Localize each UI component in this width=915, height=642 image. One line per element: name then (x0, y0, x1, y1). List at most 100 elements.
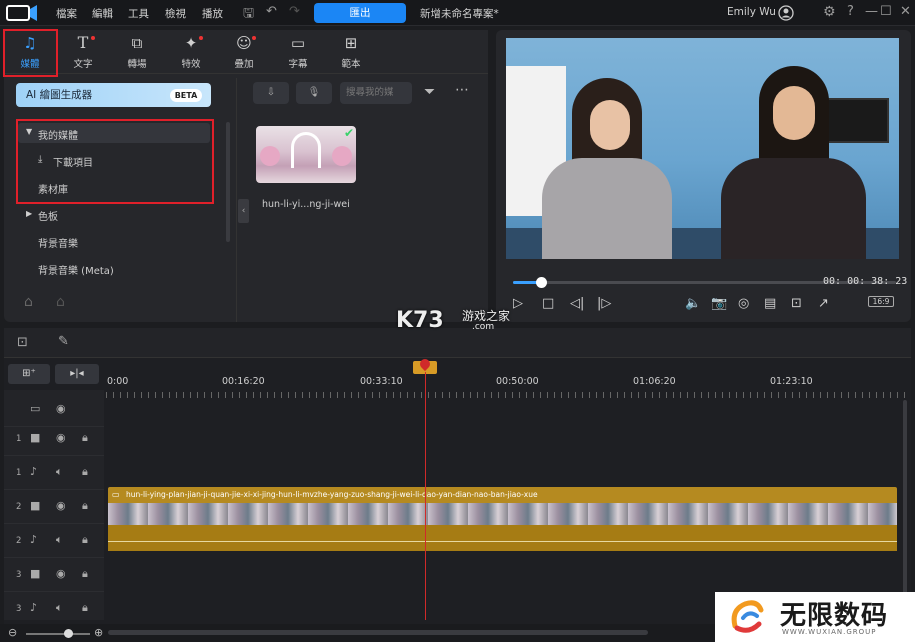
user-name[interactable]: Emily Wu (727, 6, 776, 18)
help-icon[interactable]: ? (847, 4, 854, 19)
save-icon[interactable]: 🖫 (243, 4, 254, 26)
settings-gear-icon[interactable]: ⚙ (823, 4, 836, 20)
speaker-icon[interactable]: 🔈︎ (56, 533, 63, 547)
seek-handle[interactable] (536, 277, 547, 288)
play-icon[interactable]: ▷ (513, 296, 523, 311)
track-header-audio-3: 3 ♪ 🔈︎ 🔒︎ (4, 594, 104, 626)
undock-preview-icon[interactable]: ↗ (818, 296, 829, 311)
tab-effects[interactable]: ✦ 特效 (171, 34, 211, 72)
project-name: 新增未命名專案* (420, 8, 499, 20)
edit-pen-icon[interactable]: ✎ (58, 334, 69, 349)
media-search-input[interactable]: 搜尋我的媒 (340, 82, 412, 104)
notification-dot (199, 36, 203, 40)
track-number: 2 (16, 502, 22, 512)
music-note-icon: ♪ (30, 533, 38, 546)
subtitle-preview-icon[interactable]: ▤ (764, 296, 776, 311)
tab-effects-label: 特效 (181, 59, 201, 70)
record-voice-button[interactable]: 🎙 (296, 82, 332, 104)
video-preview[interactable] (506, 38, 899, 259)
menu-file[interactable]: 檔案 (56, 6, 77, 21)
undo-icon[interactable]: ↶ (266, 4, 277, 19)
import-media-button[interactable]: ⇩ (253, 82, 289, 104)
notification-dot (252, 36, 256, 40)
transition-icon: ⧉ (131, 34, 143, 52)
audio-volume-line[interactable] (108, 541, 897, 542)
menu-edit[interactable]: 編輯 (92, 6, 113, 21)
close-icon[interactable]: ✕ (900, 4, 911, 19)
ruler-label: 00:33:10 (360, 376, 403, 387)
next-frame-icon[interactable]: |▷ (597, 296, 611, 311)
remove-tag-icon[interactable]: ⌂ (56, 294, 65, 310)
lock-icon[interactable]: 🔒︎ (82, 465, 88, 479)
visibility-eye-icon[interactable]: ◉ (56, 567, 66, 580)
lock-icon[interactable]: 🔒︎ (82, 533, 88, 547)
zoom-slider-handle[interactable] (64, 629, 73, 638)
tab-text[interactable]: T 文字 (63, 34, 103, 72)
menu-view[interactable]: 檢視 (165, 6, 186, 21)
more-options-icon[interactable]: ⋯ (455, 82, 469, 98)
tree-background-music-meta[interactable]: 背景音樂 (Meta) (38, 262, 114, 277)
lock-icon[interactable]: 🔒︎ (82, 601, 88, 615)
menu-playback[interactable]: 播放 (202, 6, 223, 21)
previous-frame-icon[interactable]: ◁| (570, 296, 584, 311)
playback-quality-icon[interactable]: ◎ (738, 296, 749, 311)
maximize-icon[interactable]: ☐ (880, 4, 892, 19)
export-button[interactable]: 匯出 (314, 3, 406, 23)
speaker-icon[interactable]: 🔈︎ (56, 465, 63, 479)
visibility-eye-icon[interactable]: ◉ (56, 431, 66, 444)
k73-watermark: K73 (396, 308, 444, 333)
fit-timeline-button[interactable]: ▸|◂ (55, 364, 99, 384)
tab-overlay-label: 疊加 (234, 59, 254, 70)
redo-icon[interactable]: ↷ (289, 4, 300, 19)
media-thumbnail-label: hun-li-yi...ng-ji-wei (262, 199, 350, 210)
brand-logo-icon (731, 600, 764, 633)
zoom-fit-icon[interactable]: ⊡ (791, 296, 802, 311)
lock-icon[interactable]: 🔒︎ (82, 431, 88, 445)
track-number: 1 (16, 434, 22, 444)
library-scrollbar[interactable] (226, 122, 230, 242)
menu-tools[interactable]: 工具 (128, 6, 149, 21)
timeline-vertical-scrollbar[interactable] (903, 400, 907, 600)
tree-color-board[interactable]: 色板 (38, 208, 58, 223)
overlay-icon: ☺ (236, 34, 252, 52)
timeline-mode-icon[interactable]: ⊡ (17, 335, 28, 350)
tab-template[interactable]: ⊞ 範本 (331, 34, 371, 72)
tab-overlay[interactable]: ☺ 疊加 (224, 34, 264, 72)
visibility-eye-icon[interactable]: ◉ (56, 499, 66, 512)
lock-icon[interactable]: 🔒︎ (82, 567, 88, 581)
visibility-eye-icon[interactable]: ◉ (56, 402, 66, 415)
lock-icon[interactable]: 🔒︎ (82, 499, 88, 513)
tree-background-music[interactable]: 背景音樂 (38, 235, 78, 250)
media-thumbnail[interactable] (256, 126, 356, 183)
snapshot-camera-icon[interactable]: 📷 (711, 296, 727, 311)
timeline-horizontal-scrollbar[interactable] (108, 630, 648, 635)
notification-dot (91, 36, 95, 40)
tab-transition[interactable]: ⧉ 轉場 (117, 34, 157, 72)
brand-url: WWW.WUXIAN.GROUP (782, 628, 877, 636)
filter-icon[interactable]: ⏷ (424, 84, 435, 100)
zoom-out-icon[interactable]: ⊖ (8, 626, 17, 639)
speaker-icon[interactable]: 🔈︎ (56, 601, 63, 615)
track-header-video-2: 2 ■ ◉ 🔒︎ (4, 492, 104, 524)
music-note-icon: ♪ (30, 465, 38, 478)
track-number: 3 (16, 604, 22, 614)
collapse-panel-button[interactable]: ‹ (238, 199, 249, 223)
panel-divider (236, 78, 237, 322)
tab-subtitle[interactable]: ▭ 字幕 (278, 34, 318, 72)
ruler-label: 00:50:00 (496, 376, 539, 387)
tab-text-label: 文字 (73, 59, 93, 70)
zoom-slider[interactable] (26, 633, 90, 635)
user-avatar-icon[interactable] (778, 5, 794, 21)
zoom-in-icon[interactable]: ⊕ (94, 626, 103, 639)
minimize-icon[interactable]: — (865, 4, 878, 19)
add-tag-icon[interactable]: ⌂ (24, 294, 33, 310)
volume-icon[interactable]: 🔈 (685, 296, 701, 311)
collapse-caret-icon[interactable]: ▶ (26, 209, 32, 218)
music-note-icon: ♪ (30, 601, 38, 614)
track-manager-button[interactable]: ⊞⁺ (8, 364, 50, 384)
aspect-ratio-button[interactable]: 16:9 (868, 296, 894, 307)
clip-audio-waveform (108, 525, 897, 551)
stop-icon[interactable]: □ (542, 296, 554, 311)
timeline-ruler[interactable] (106, 392, 906, 398)
text-icon: T (77, 33, 89, 52)
